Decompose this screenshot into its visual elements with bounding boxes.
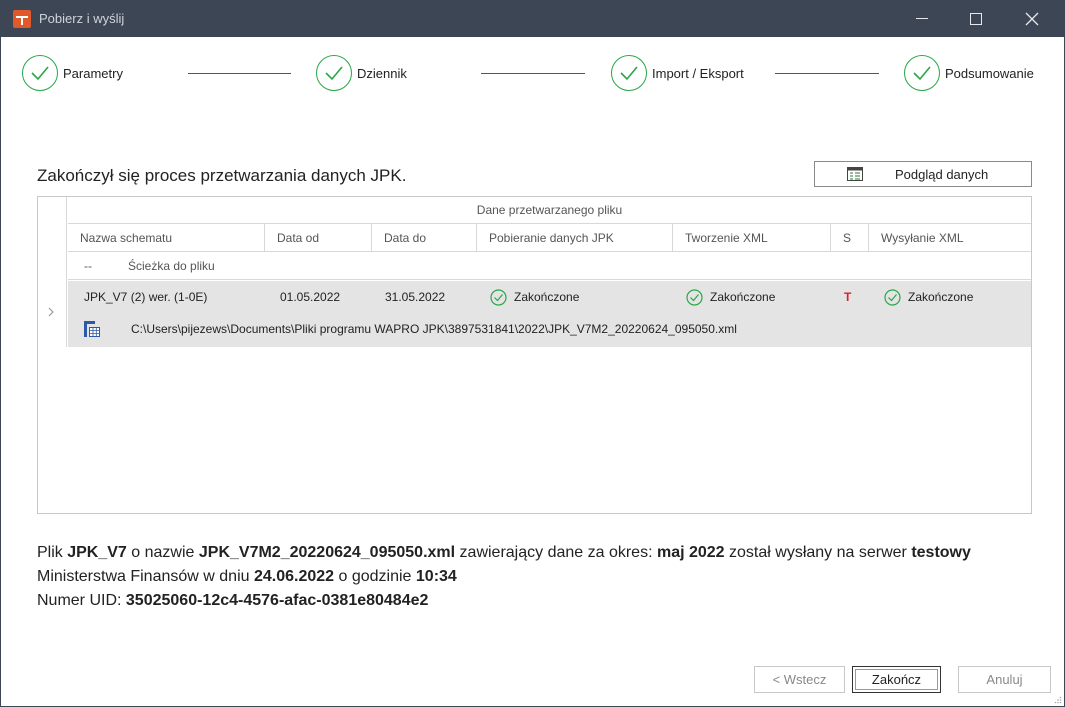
title-bar: Pobierz i wyślij — [1, 1, 1064, 37]
cell-date-from: 01.05.2022 — [280, 290, 341, 304]
cell-download-status: Zakończone — [490, 281, 579, 313]
chevron-right-icon — [47, 305, 55, 321]
check-circle-icon — [490, 288, 507, 306]
app-logo-icon — [13, 10, 31, 28]
column-header-download[interactable]: Pobieranie danych JPK — [477, 224, 673, 252]
minimize-icon — [916, 18, 928, 20]
sub-header-path: Ścieżka do pliku — [128, 259, 215, 273]
column-header-date-from[interactable]: Data od — [265, 224, 372, 252]
status-text: Zakończone — [908, 290, 974, 304]
status-text: Zakończone — [710, 290, 776, 304]
cancel-button[interactable]: Anuluj — [958, 666, 1051, 693]
summary-part: o godzinie — [334, 568, 416, 585]
column-header-s[interactable]: S — [831, 224, 869, 252]
cell-send-status: Zakończone — [884, 281, 973, 313]
file-path-row: C:\Users\pijezews\Documents\Pliki progra… — [68, 315, 737, 343]
step-label: Dziennik — [357, 65, 407, 81]
summary-part: Plik — [37, 544, 68, 561]
table-file-icon — [84, 321, 100, 337]
sub-header-dash: -- — [84, 259, 92, 273]
check-circle-icon — [22, 55, 58, 91]
check-circle-icon — [316, 55, 352, 91]
dialog-window: Pobierz i wyślij Parametry Dziennik Impo… — [0, 0, 1065, 707]
step-dziennik: Dziennik — [316, 53, 407, 93]
band-header: Dane przetwarzanego pliku — [68, 197, 1031, 224]
page-title: Zakończył się proces przetwarzania danyc… — [37, 166, 407, 185]
step-label: Import / Eksport — [652, 65, 744, 81]
status-text: Zakończone — [514, 290, 580, 304]
step-parametry: Parametry — [22, 53, 123, 93]
summary-time: 10:34 — [415, 568, 457, 585]
step-podsumowanie: Podsumowanie — [904, 53, 1034, 93]
back-button[interactable]: < Wstecz — [754, 666, 845, 693]
table-icon — [847, 167, 863, 181]
summary-server: testowy — [911, 544, 971, 561]
finish-button[interactable]: Zakończ — [852, 666, 941, 693]
step-connector — [775, 73, 879, 74]
column-header-xml[interactable]: Tworzenie XML — [673, 224, 831, 252]
close-icon — [1025, 12, 1039, 26]
summary-file-name: JPK_V7M2_20220624_095050.xml — [198, 544, 456, 561]
check-circle-icon — [611, 55, 647, 91]
check-circle-icon — [686, 288, 703, 306]
step-label: Podsumowanie — [945, 65, 1034, 81]
wizard-steps: Parametry Dziennik Import / Eksport Pods… — [1, 53, 1064, 93]
cell-date-to: 31.05.2022 — [385, 290, 446, 304]
summary-text: Plik JPK_V7 o nazwie JPK_V7M2_20220624_0… — [37, 541, 1027, 613]
column-header-send[interactable]: Wysyłanie XML — [869, 224, 1031, 252]
summary-period: maj 2022 — [656, 544, 725, 561]
cell-xml-status: Zakończone — [686, 281, 775, 313]
minimize-button[interactable] — [899, 1, 945, 37]
column-header-schema[interactable]: Nazwa schematu — [68, 224, 265, 252]
summary-file-type: JPK_V7 — [67, 544, 127, 561]
summary-date: 24.06.2022 — [253, 568, 335, 585]
maximize-icon — [970, 12, 982, 25]
step-connector — [481, 73, 585, 74]
summary-part: zawierający dane za okres: — [455, 544, 657, 561]
maximize-button[interactable] — [953, 1, 999, 37]
window-title: Pobierz i wyślij — [39, 11, 125, 26]
sub-header-row: -- Ścieżka do pliku — [68, 252, 1031, 280]
step-label: Parametry — [63, 65, 123, 81]
check-circle-icon — [904, 55, 940, 91]
data-grid[interactable]: Dane przetwarzanego pliku Nazwa schematu… — [37, 196, 1032, 514]
step-connector — [188, 73, 291, 74]
step-import-eksport: Import / Eksport — [611, 53, 744, 93]
file-path: C:\Users\pijezews\Documents\Pliki progra… — [131, 322, 737, 336]
cell-schema: JPK_V7 (2) wer. (1-0E) — [84, 290, 208, 304]
summary-part: o nazwie — [126, 544, 199, 561]
uid-value: 35025060-12c4-4576-afac-0381e80484e2 — [125, 592, 429, 609]
cell-s-flag: T — [844, 290, 852, 304]
resize-grip-icon[interactable] — [1054, 696, 1062, 704]
row-indicator-column — [38, 197, 67, 347]
column-header-date-to[interactable]: Data do — [372, 224, 477, 252]
summary-part: został wysłany na serwer — [724, 544, 912, 561]
uid-label: Numer UID: — [37, 592, 126, 609]
preview-data-label: Podgląd danych — [895, 166, 989, 182]
check-circle-icon — [884, 288, 901, 306]
summary-part: Ministerstwa Finansów w dniu — [37, 568, 254, 585]
close-button[interactable] — [1009, 1, 1055, 37]
preview-data-button[interactable]: Podgląd danych — [814, 161, 1032, 187]
